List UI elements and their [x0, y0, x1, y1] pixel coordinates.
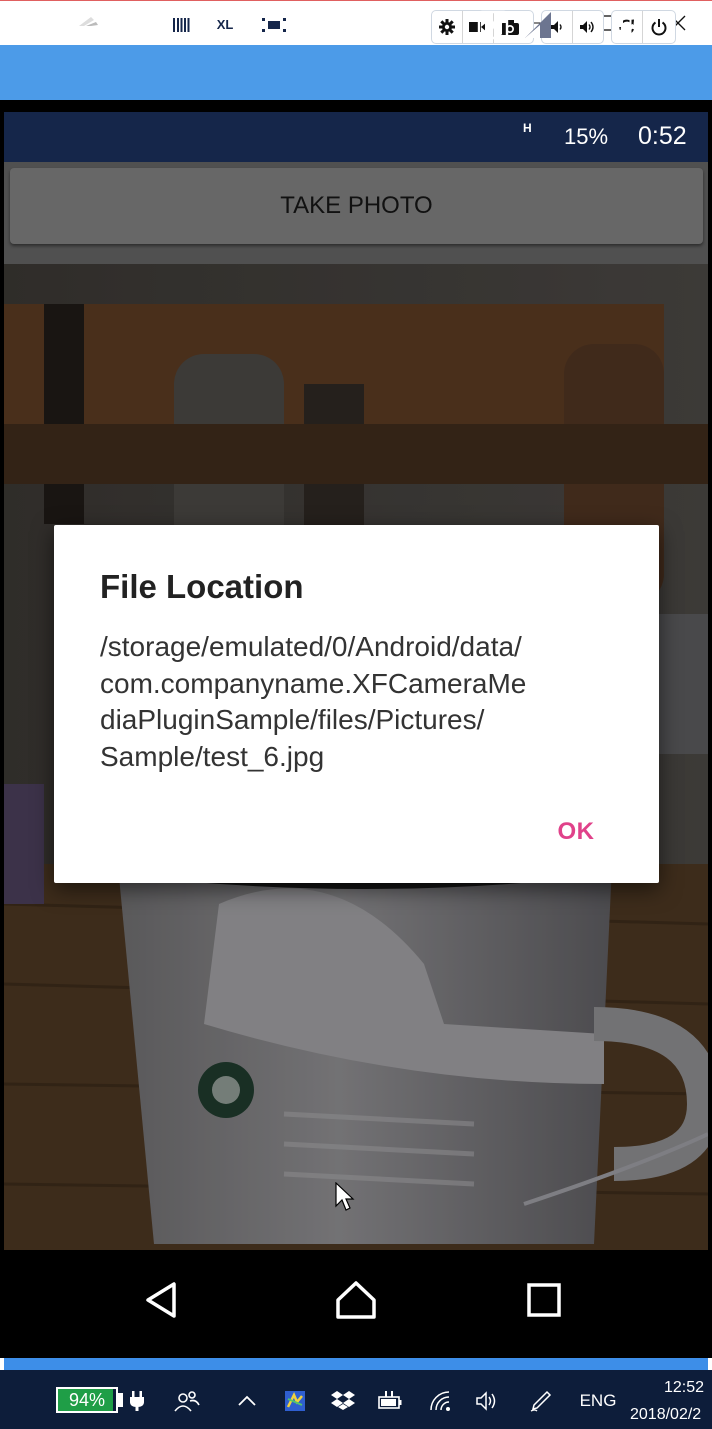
battery-charging-icon	[612, 11, 632, 40]
ok-button[interactable]: OK	[536, 810, 616, 854]
xl-icon: XL	[210, 11, 246, 38]
show-hidden-icons-chevron-icon[interactable]	[234, 1385, 260, 1417]
n-logo-icon	[118, 12, 150, 38]
app-tray-icon[interactable]	[282, 1385, 308, 1417]
battery-power-icon[interactable]	[376, 1385, 404, 1417]
back-icon	[146, 1282, 176, 1318]
taskbar-accent-strip	[4, 1358, 708, 1370]
volume-up-icon	[579, 21, 594, 33]
file-location-dialog: File Location /storage/emulated/0/Androi…	[54, 525, 659, 883]
speaker-icon[interactable]	[474, 1385, 500, 1417]
emulator-toolbar	[0, 45, 712, 100]
home-button[interactable]	[316, 1270, 396, 1330]
palette-icon	[68, 12, 104, 38]
barcode-icon	[164, 10, 198, 40]
taskbar-time[interactable]: 12:52	[640, 1377, 712, 1401]
dropbox-icon[interactable]	[330, 1385, 356, 1417]
status-time: 0:52	[638, 122, 687, 150]
dialog-title: File Location	[100, 568, 304, 605]
power-icon	[651, 19, 666, 36]
clipboard-check-icon	[309, 12, 333, 39]
svg-text:XL: XL	[217, 17, 234, 32]
volume-up-button[interactable]	[573, 11, 603, 43]
power-plug-icon	[126, 1385, 148, 1417]
nfc-icon	[476, 10, 510, 40]
power-button[interactable]	[643, 11, 674, 43]
keyhole-icon	[28, 12, 50, 38]
battery-percent: 15%	[564, 124, 609, 149]
take-photo-button[interactable]: TAKE PHOTO	[10, 168, 703, 244]
home-icon	[336, 1281, 376, 1319]
tray-battery-percent: 94%	[68, 1389, 106, 1410]
gear-icon	[439, 19, 455, 35]
settings-button[interactable]	[432, 11, 463, 43]
film-icon	[258, 12, 290, 38]
wifi-icon[interactable]	[428, 1385, 454, 1417]
back-button[interactable]	[122, 1270, 202, 1330]
recents-icon	[527, 1283, 561, 1317]
recents-button[interactable]	[504, 1270, 584, 1330]
pen-icon[interactable]	[528, 1385, 554, 1417]
taskbar-date[interactable]: 2018/02/2	[630, 1404, 712, 1428]
language-indicator[interactable]: ENG	[578, 1386, 618, 1416]
dialog-message: /storage/emulated/0/Android/data/ com.co…	[100, 631, 527, 772]
tray-battery-tip	[118, 1393, 123, 1407]
mouse-cursor-icon	[335, 1181, 355, 1212]
people-icon[interactable]	[172, 1385, 202, 1417]
signal-icon	[522, 12, 556, 38]
network-type: H	[523, 121, 532, 135]
